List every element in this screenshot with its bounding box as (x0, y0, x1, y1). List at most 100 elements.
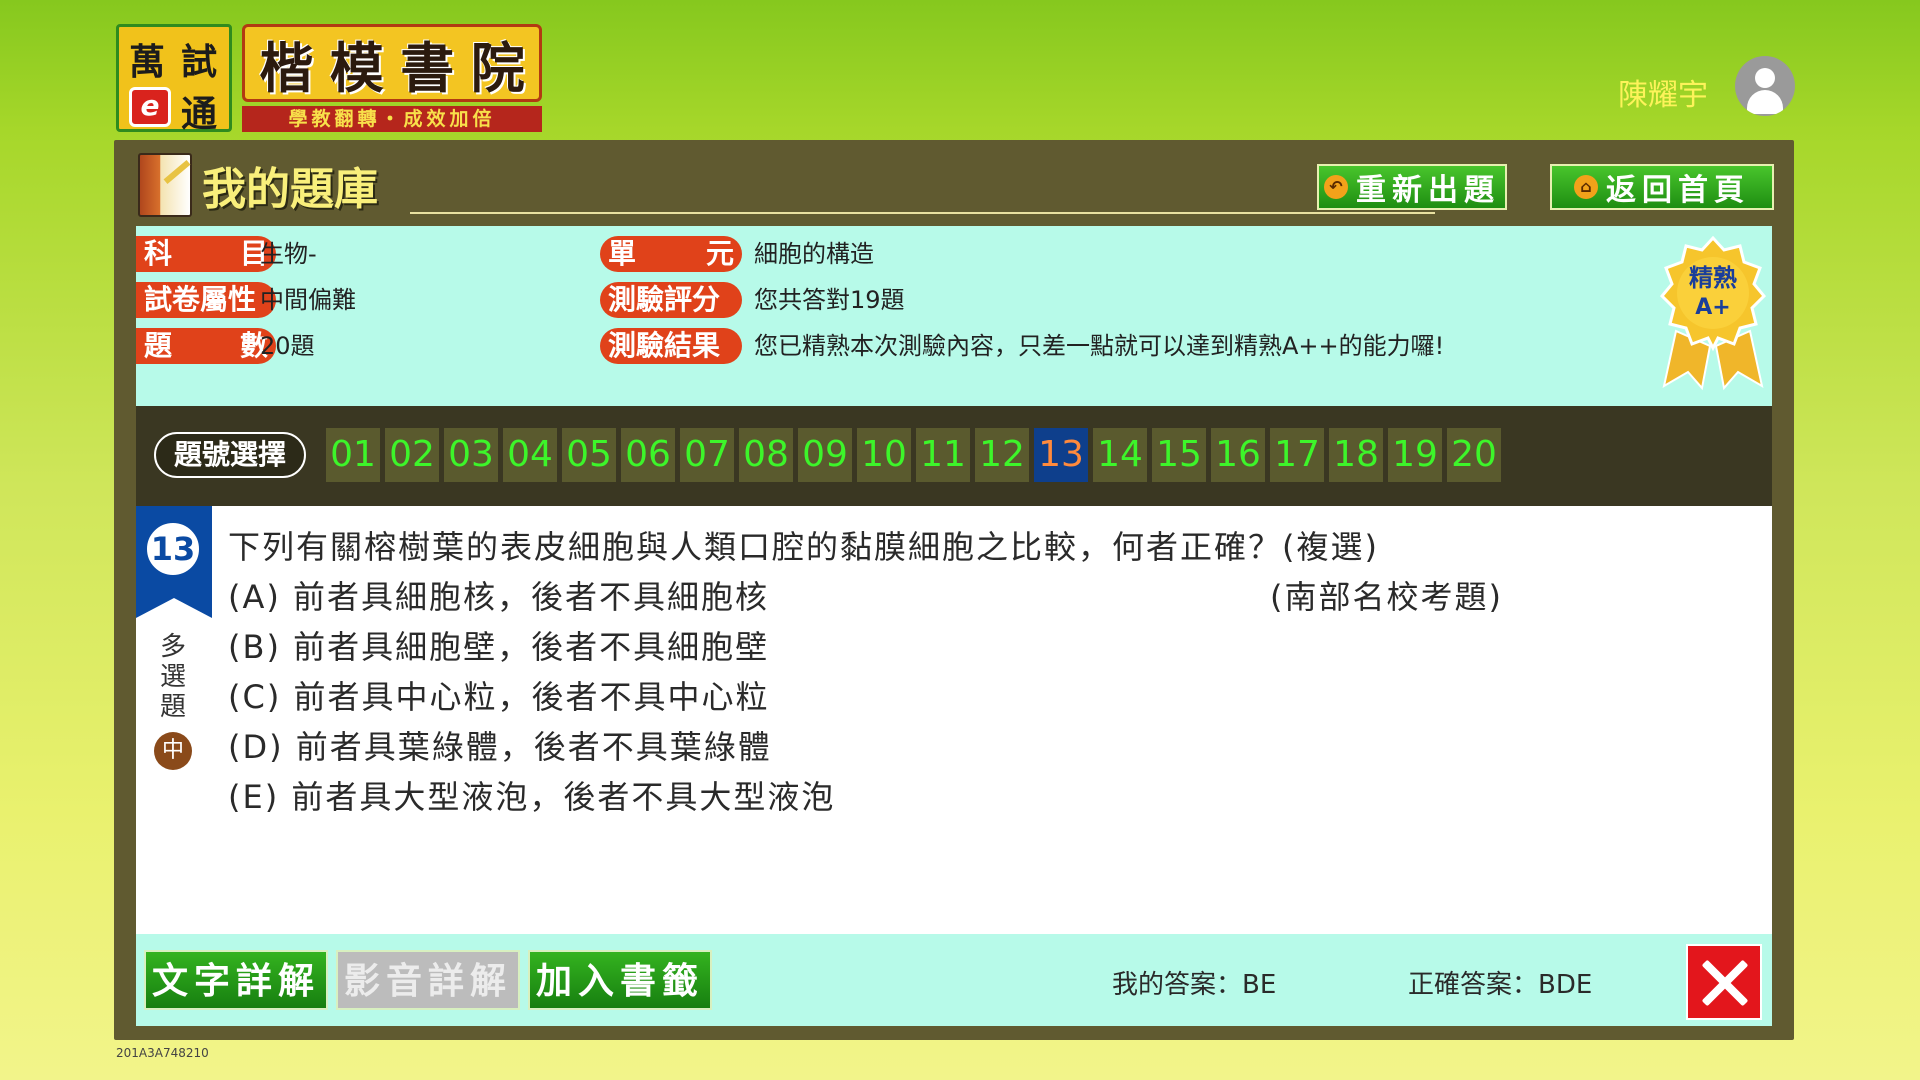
logo-badge: 萬 試 e 通 (116, 24, 232, 135)
difficulty-badge: 中 (154, 732, 192, 770)
option-b: (B) 前者具細胞壁，後者不具細胞壁 (228, 628, 770, 666)
question-source: (南部名校考題) (1270, 578, 1503, 616)
type-char: 選 (159, 662, 186, 692)
video-explanation-button: 影音詳解 (336, 950, 520, 1010)
question-selector: 題號選擇 01 02 03 04 05 06 07 08 09 10 11 12 13 14 15 16 17 1… (136, 406, 1772, 506)
option-a: (A) 前者具細胞核，後者不具細胞核 (南部名校考題) (228, 572, 1728, 622)
logo-title-char: 模 (329, 35, 384, 100)
user-name[interactable]: 陳耀宇 (1618, 70, 1708, 114)
unit-tag: 單 元 (600, 236, 742, 272)
paper-tag: 試卷屬性 (136, 282, 276, 318)
action-bar: 文字詳解 影音詳解 加入書籤 我的答案：BE 正確答案：BDE (136, 934, 1772, 1026)
option-e: (E) 前者具大型液泡，後者不具大型液泡 (228, 778, 836, 816)
add-bookmark-button[interactable]: 加入書籤 (528, 950, 712, 1010)
record-code: 201A3A748210 (116, 1046, 209, 1060)
question-number-button[interactable]: 13 (1034, 428, 1088, 482)
option-text: (A) 前者具細胞核，後者不具細胞核 (228, 578, 770, 616)
tag-text: 測驗結果 (608, 329, 721, 362)
site-logo[interactable]: 萬 試 e 通 楷 模 書 院 學教翻轉・成效加倍 (116, 20, 544, 135)
question-number-button[interactable]: 19 (1388, 428, 1442, 482)
subject-tag: 科 目 (136, 236, 276, 272)
question-number-button[interactable]: 14 (1093, 428, 1147, 482)
question-number: 13 (144, 520, 202, 578)
logo-slogan: 學教翻轉・成效加倍 (242, 106, 542, 132)
tag-text: 試卷屬性 (144, 283, 257, 316)
score-tag: 測驗評分 (600, 282, 742, 318)
question-content: 下列有關榕樹葉的表皮細胞與人類口腔的黏膜細胞之比較，何者正確？(複選) (A) … (228, 522, 1728, 822)
user-avatar-icon[interactable] (1735, 56, 1795, 116)
logo-title-char: 院 (470, 35, 525, 100)
tag-char: 元 (705, 237, 734, 270)
my-answer: 我的答案：BE (1112, 964, 1276, 1001)
question-number-button[interactable]: 03 (444, 428, 498, 482)
correct-answer: 正確答案：BDE (1408, 964, 1592, 1001)
tag-text: 測驗評分 (608, 283, 721, 316)
regenerate-label: 重新出題 (1356, 173, 1500, 208)
question-number-button[interactable]: 20 (1447, 428, 1501, 482)
correct-answer-label: 正確答案： (1408, 970, 1539, 1000)
type-char: 題 (159, 692, 186, 722)
my-answer-value: BE (1242, 970, 1277, 1000)
question-number-button[interactable]: 05 (562, 428, 616, 482)
home-icon: ⌂ (1574, 175, 1598, 199)
question-number-button[interactable]: 06 (621, 428, 675, 482)
title-divider (410, 212, 1435, 214)
text-explanation-button[interactable]: 文字詳解 (144, 950, 328, 1010)
question-number-button[interactable]: 15 (1152, 428, 1206, 482)
logo-char: 試 (181, 41, 218, 83)
mastery-medal-icon: 精熟 A+ (1659, 236, 1767, 391)
unit-value: 細胞的構造 (754, 240, 874, 268)
question-number-button[interactable]: 01 (326, 428, 380, 482)
question-number-button[interactable]: 10 (857, 428, 911, 482)
medal-text: 精熟 (1689, 264, 1737, 292)
logo-e-icon: e (129, 87, 171, 127)
tag-char: 科 (144, 237, 173, 270)
avatar-body (1747, 90, 1783, 114)
paper-value: 中間偏難 (260, 286, 356, 314)
option-d: (D) 前者具葉綠體，後者不具葉綠體 (228, 728, 772, 766)
question-number-button[interactable]: 08 (739, 428, 793, 482)
question-number-button[interactable]: 09 (798, 428, 852, 482)
undo-icon: ↶ (1324, 175, 1348, 199)
medal-grade: A+ (1695, 295, 1730, 320)
count-value: 20題 (260, 332, 315, 360)
question-selector-label: 題號選擇 (154, 432, 306, 478)
question-number-button[interactable]: 16 (1211, 428, 1265, 482)
home-label: 返回首頁 (1606, 173, 1750, 208)
logo-title: 楷 模 書 院 (242, 24, 542, 102)
question-number-button[interactable]: 07 (680, 428, 734, 482)
tag-char: 題 (144, 329, 173, 362)
logo-char: 通 (181, 93, 218, 135)
page-title: 我的題庫 (202, 164, 378, 215)
question-number-button[interactable]: 18 (1329, 428, 1383, 482)
logo-title-char: 書 (400, 35, 455, 100)
result-tag: 測驗結果 (600, 328, 742, 364)
count-tag: 題 數 (136, 328, 276, 364)
question-bank-panel: 我的題庫 ↶ 重新出題 ⌂ 返回首頁 科 目 生物- 試卷屬性 中間偏難 題 數… (114, 140, 1794, 1040)
question-stem: 下列有關榕樹葉的表皮細胞與人類口腔的黏膜細胞之比較，何者正確？(複選) (228, 528, 1379, 566)
avatar-head (1755, 68, 1775, 88)
subject-value: 生物- (260, 240, 317, 268)
logo-char: 萬 (129, 41, 166, 83)
result-value: 您已精熟本次測驗內容，只差一點就可以達到精熟A++的能力囉! (754, 332, 1445, 360)
type-char: 多 (159, 632, 186, 662)
notebook-icon (138, 153, 192, 217)
panel-header: 我的題庫 (138, 150, 378, 220)
option-c: (C) 前者具中心粒，後者不具中心粒 (228, 678, 770, 716)
wrong-mark-icon (1686, 944, 1762, 1020)
question-number-button[interactable]: 02 (385, 428, 439, 482)
home-button[interactable]: ⌂ 返回首頁 (1550, 164, 1774, 210)
question-number-button[interactable]: 11 (916, 428, 970, 482)
score-value: 您共答對19題 (754, 286, 905, 314)
question-number-button[interactable]: 04 (503, 428, 557, 482)
correct-answer-value: BDE (1538, 970, 1593, 1000)
regenerate-button[interactable]: ↶ 重新出題 (1317, 164, 1507, 210)
my-answer-label: 我的答案： (1112, 970, 1243, 1000)
question-area: 13 多 選 題 中 下列有關榕樹葉的表皮細胞與人類口腔的黏膜細胞之比較，何者正… (136, 506, 1772, 934)
tag-char: 單 (608, 237, 637, 270)
question-number-button[interactable]: 12 (975, 428, 1029, 482)
logo-title-char: 楷 (259, 35, 314, 100)
question-number-button[interactable]: 17 (1270, 428, 1324, 482)
exam-info: 科 目 生物- 試卷屬性 中間偏難 題 數 20題 單 元 細胞的構造 測驗評分… (136, 226, 1772, 406)
question-type: 多 選 題 (158, 632, 188, 722)
